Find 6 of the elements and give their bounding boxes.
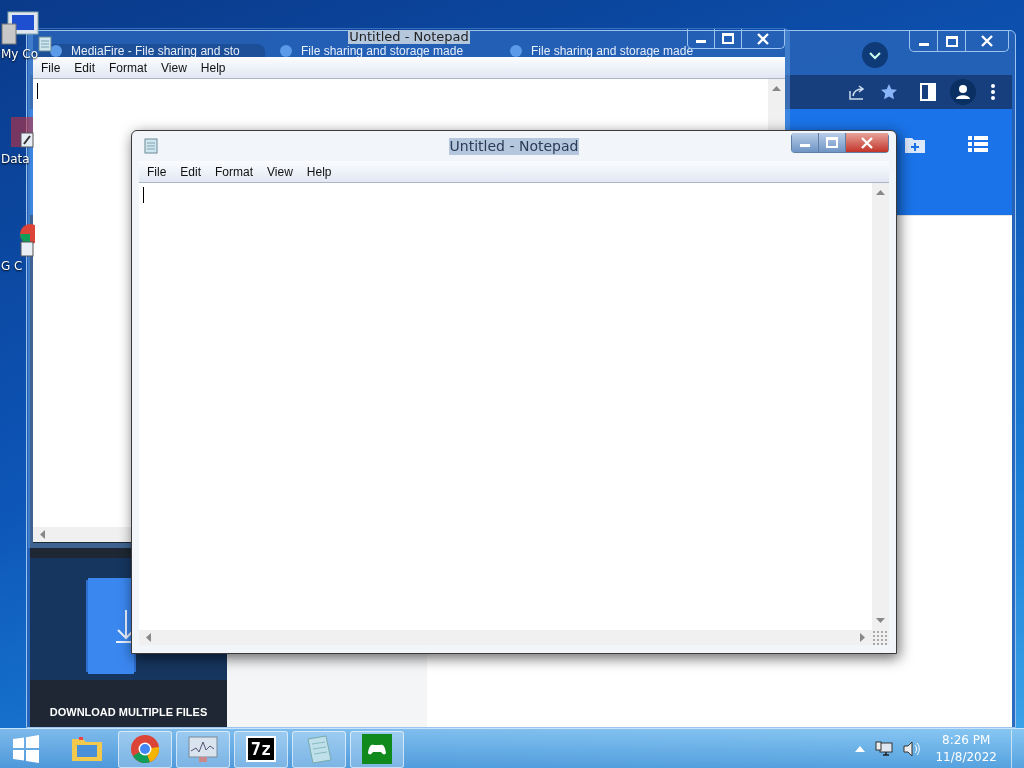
clock-time: 8:26 PM xyxy=(942,732,991,749)
window-title: Untitled - Notepad xyxy=(348,30,470,44)
window-title: Untitled - Notepad xyxy=(448,137,580,155)
clock-date: 11/8/2022 xyxy=(935,749,997,766)
app-logo: 7z xyxy=(245,736,277,762)
promo-heading: DOWNLOAD MULTIPLE FILES xyxy=(48,705,209,720)
